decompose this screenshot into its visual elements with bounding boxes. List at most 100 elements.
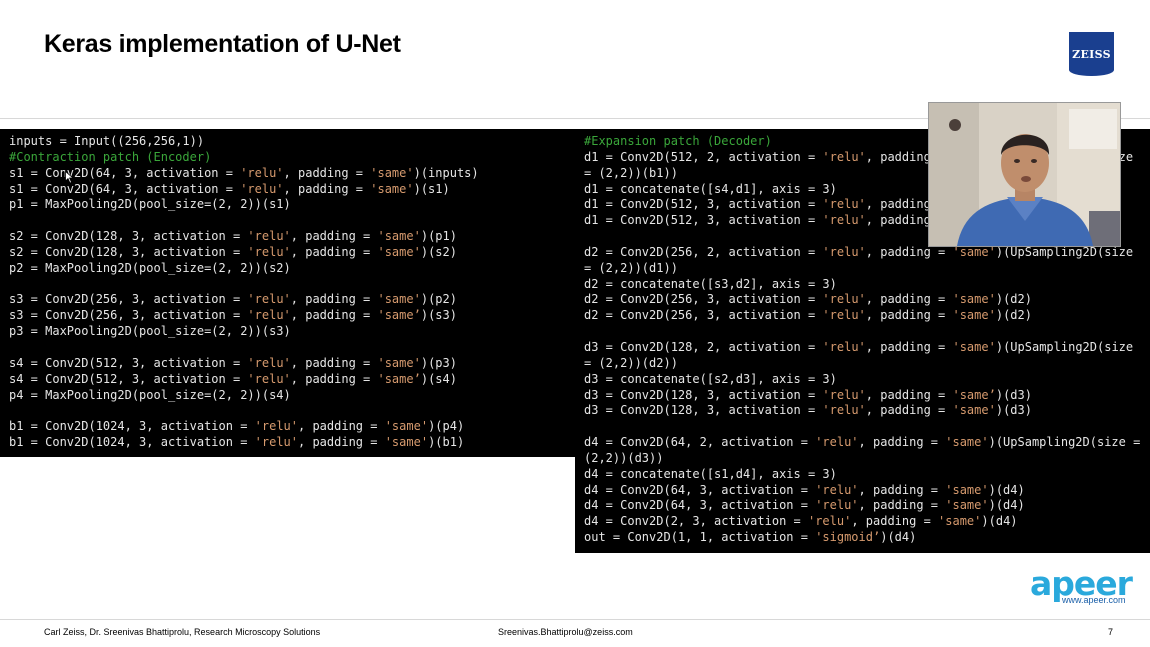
code-string: 'relu' <box>247 292 291 307</box>
code-text: d4 = Conv2D(64, 3, activation = <box>584 498 816 513</box>
code-text: , padding = <box>290 229 378 244</box>
code-text: d3 = concatenate([s2,d3], axis = 3) <box>584 371 837 386</box>
code-text: , padding = <box>290 371 378 386</box>
code-text: d1 = Conv2D(512, 2, activation = <box>584 149 823 164</box>
code-text: s4 = Conv2D(512, 3, activation = <box>9 355 248 370</box>
code-text: d4 = Conv2D(64, 3, activation = <box>584 482 816 497</box>
code-comment: #Expansion patch (Decoder) <box>584 134 772 148</box>
code-text: s3 = Conv2D(256, 3, activation = <box>9 292 248 307</box>
apeer-url: www.apeer.com <box>1062 595 1126 605</box>
code-text: s2 = Conv2D(128, 3, activation = <box>9 229 248 244</box>
code-line: p1 = MaxPooling2D(pool_size=(2, 2))(s1) <box>9 197 575 213</box>
code-text: )(b1) <box>428 435 465 450</box>
code-text: )(d3) <box>995 387 1032 402</box>
code-text: )(UpSampling2D(size <box>995 339 1134 354</box>
page-number: 7 <box>1108 627 1114 637</box>
code-text: , padding = <box>290 355 378 370</box>
code-text: , padding = <box>283 181 371 196</box>
code-text: p4 = MaxPooling2D(pool_size=(2, 2))(s4) <box>9 387 291 402</box>
code-text: p1 = MaxPooling2D(pool_size=(2, 2))(s1) <box>9 197 291 212</box>
code-line: = (2,2))(d2)) <box>584 356 1150 372</box>
code-string: 'same' <box>952 339 996 354</box>
code-string: 'same' <box>952 244 996 259</box>
code-text: )(inputs) <box>413 165 479 180</box>
code-text: d3 = Conv2D(128, 3, activation = <box>584 387 823 402</box>
code-line: d3 = concatenate([s2,d3], axis = 3) <box>584 372 1150 388</box>
code-string: 'same' <box>952 403 996 418</box>
code-text: s1 = Conv2D(64, 3, activation = <box>9 181 241 196</box>
code-string: 'same' <box>377 355 421 370</box>
code-text: d4 = concatenate([s1,d4], axis = 3) <box>584 466 837 481</box>
code-text: , padding = <box>865 339 953 354</box>
code-line: out = Conv2D(1, 1, activation = 'sigmoid… <box>584 530 1150 546</box>
code-string: 'same' <box>370 181 414 196</box>
code-string: 'same’ <box>952 387 996 402</box>
code-text: , padding = <box>858 435 946 450</box>
code-text: , padding = <box>858 482 946 497</box>
code-text: d3 = Conv2D(128, 3, activation = <box>584 403 823 418</box>
code-text: )(d4) <box>988 498 1025 513</box>
code-text: b1 = Conv2D(1024, 3, activation = <box>9 435 255 450</box>
code-line: s3 = Conv2D(256, 3, activation = 'relu',… <box>9 308 575 324</box>
code-line: s1 = Conv2D(64, 3, activation = 'relu', … <box>9 182 575 198</box>
code-string: 'relu' <box>822 292 866 307</box>
code-string: 'same' <box>377 229 421 244</box>
code-text: s3 = Conv2D(256, 3, activation = <box>9 308 248 323</box>
code-line: d3 = Conv2D(128, 2, activation = 'relu',… <box>584 340 1150 356</box>
code-text: d3 = Conv2D(128, 2, activation = <box>584 339 823 354</box>
code-line: s4 = Conv2D(512, 3, activation = 'relu',… <box>9 372 575 388</box>
code-string: 'same' <box>952 308 996 323</box>
code-text: inputs = Input((256,256,1)) <box>9 134 205 148</box>
code-line: s4 = Conv2D(512, 3, activation = 'relu',… <box>9 356 575 372</box>
code-text: s2 = Conv2D(128, 3, activation = <box>9 244 248 259</box>
code-text: )(p1) <box>420 229 457 244</box>
code-text: d1 = concatenate([s4,d1], axis = 3) <box>584 181 837 196</box>
code-text: )(d2) <box>995 292 1032 307</box>
code-string: 'relu' <box>247 244 291 259</box>
slide-title: Keras implementation of U-Net <box>44 30 401 58</box>
code-text: )(s1) <box>413 181 450 196</box>
code-text: d1 = Conv2D(512, 3, activation = <box>584 213 823 228</box>
code-line: d2 = Conv2D(256, 3, activation = 'relu',… <box>584 308 1150 324</box>
code-line: d2 = Conv2D(256, 3, activation = 'relu',… <box>584 292 1150 308</box>
code-line: d4 = concatenate([s1,d4], axis = 3) <box>584 467 1150 483</box>
code-string: 'relu' <box>822 244 866 259</box>
code-text: , padding = <box>290 244 378 259</box>
code-text: = (2,2))(d2)) <box>584 355 678 370</box>
code-line: d4 = Conv2D(64, 3, activation = 'relu', … <box>584 483 1150 499</box>
code-string: 'same' <box>384 419 429 434</box>
code-line: d2 = concatenate([s3,d2], axis = 3) <box>584 277 1150 293</box>
zeiss-logo: ZEISS <box>1069 32 1114 76</box>
code-text: )(d4) <box>880 530 917 545</box>
code-text: , padding = <box>865 308 953 323</box>
code-string: 'sigmoid’ <box>815 530 881 545</box>
code-line: #Contraction patch (Encoder) <box>9 150 575 166</box>
code-line: s3 = Conv2D(256, 3, activation = 'relu',… <box>9 292 575 308</box>
code-line: d4 = Conv2D(64, 3, activation = 'relu', … <box>584 498 1150 514</box>
code-text: )(s3) <box>420 308 457 323</box>
code-string: 'same' <box>377 292 421 307</box>
code-text: )(s4) <box>420 371 457 386</box>
code-line: b1 = Conv2D(1024, 3, activation = 'relu'… <box>9 435 575 451</box>
code-string: 'relu' <box>247 371 291 386</box>
code-text: b1 = Conv2D(1024, 3, activation = <box>9 419 255 434</box>
code-text: d2 = concatenate([s3,d2], axis = 3) <box>584 276 837 291</box>
code-line: inputs = Input((256,256,1)) <box>9 134 575 150</box>
code-line: (2,2))(d3)) <box>584 451 1150 467</box>
code-string: 'relu' <box>822 339 866 354</box>
code-string: 'relu' <box>822 387 866 402</box>
code-comment: #Contraction patch (Encoder) <box>9 149 212 164</box>
code-line: p3 = MaxPooling2D(pool_size=(2, 2))(s3) <box>9 324 575 340</box>
code-line: d3 = Conv2D(128, 3, activation = 'relu',… <box>584 403 1150 419</box>
code-string: 'same' <box>945 435 989 450</box>
code-string: 'relu' <box>240 181 284 196</box>
code-text: )(UpSampling2D(size <box>995 244 1134 259</box>
code-string: 'same' <box>952 292 996 307</box>
code-text: , padding = <box>865 387 953 402</box>
code-line: b1 = Conv2D(1024, 3, activation = 'relu'… <box>9 419 575 435</box>
